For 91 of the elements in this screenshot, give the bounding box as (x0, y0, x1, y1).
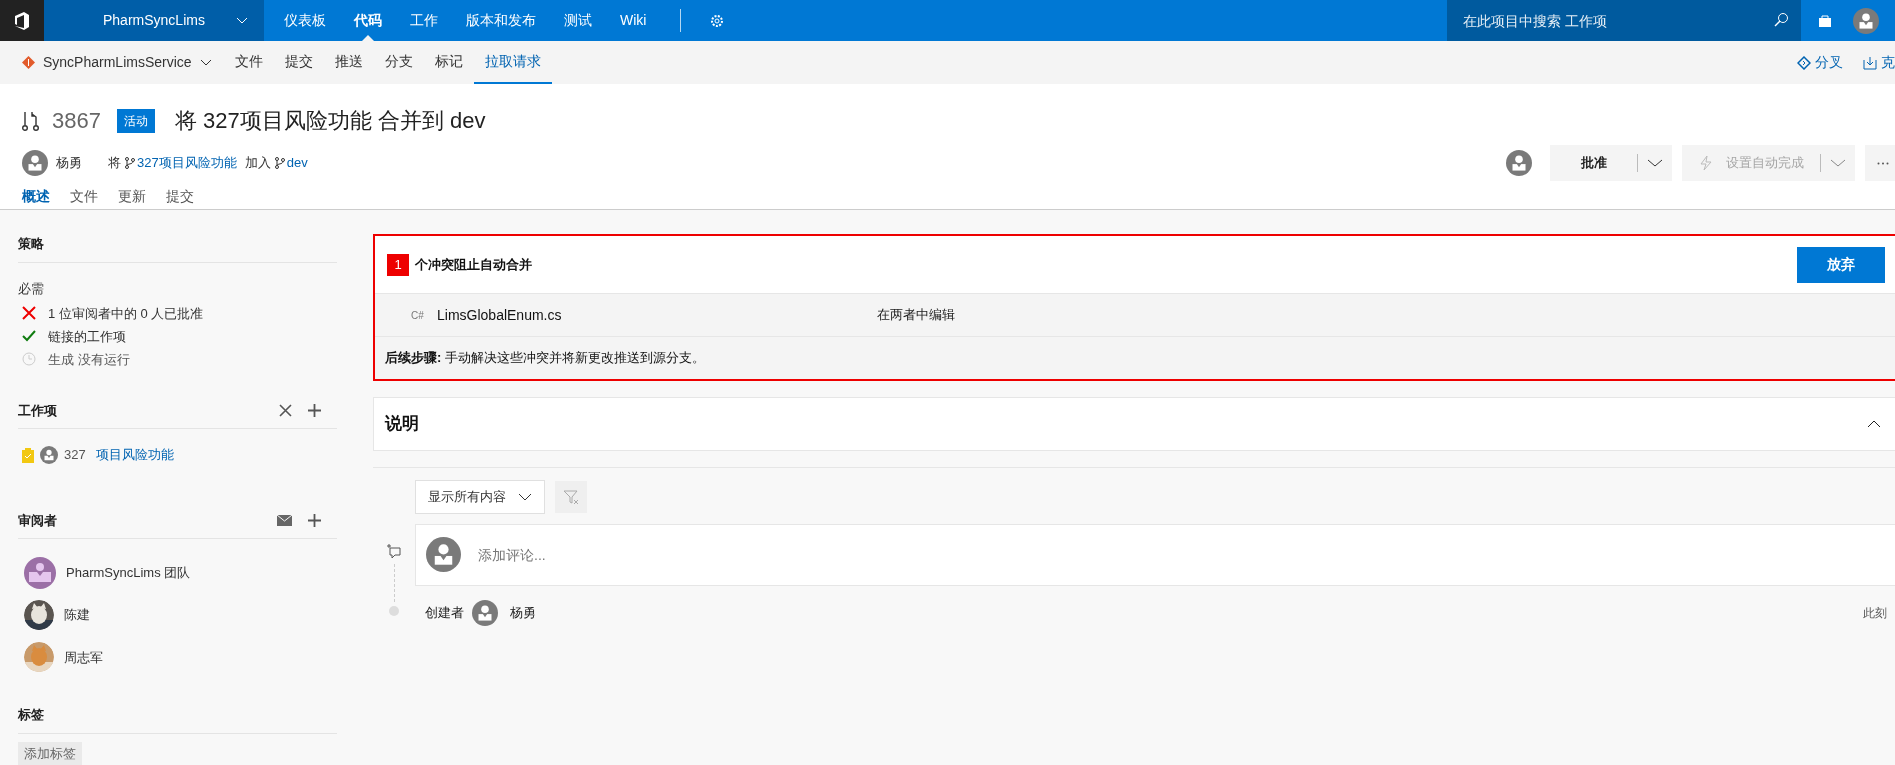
required-label: 必需 (18, 279, 45, 298)
search-field[interactable]: 在此项目中搜索 工作项 (1447, 0, 1801, 41)
chevron-up-icon[interactable] (1867, 420, 1881, 428)
author-name: 杨勇 (56, 154, 82, 173)
filter-icon (563, 489, 579, 505)
pr-tab[interactable]: 更新 (118, 183, 146, 209)
policy-text: 生成 没有运行 (48, 350, 130, 369)
status-badge: 活动 (116, 108, 155, 133)
pr-tab[interactable]: 文件 (70, 183, 98, 209)
conflict-status: 在两者中编辑 (877, 306, 955, 325)
work-item-id: 327 (64, 446, 86, 465)
fork-icon (1797, 55, 1811, 70)
section-title: 审阅者 (18, 511, 57, 530)
plus-icon[interactable] (308, 404, 321, 418)
search-icon (1773, 12, 1789, 28)
filter-dropdown[interactable]: 显示所有内容 (415, 480, 545, 514)
approve-button[interactable]: 批准 (1550, 145, 1672, 181)
nav-tab[interactable]: 测试 (550, 0, 606, 41)
reviewer-name: 周志军 (64, 648, 103, 667)
repo-tab[interactable]: 文件 (223, 41, 274, 84)
creator-name: 杨勇 (510, 604, 536, 623)
pr-tab[interactable]: 概述 (22, 183, 50, 209)
branch-icon (274, 157, 285, 169)
logo-tile[interactable] (0, 0, 44, 41)
nav-tab[interactable]: Wiki (606, 0, 661, 41)
conflict-message: 个冲突阻止自动合并 (415, 255, 532, 274)
chevron-down-icon (236, 16, 248, 25)
repo-tab[interactable]: 拉取请求 (473, 41, 552, 84)
check-icon (22, 330, 36, 343)
policy-text: 链接的工作项 (48, 327, 126, 346)
nav-tab[interactable]: 仪表板 (270, 0, 340, 41)
abandon-button[interactable]: 放弃 (1797, 246, 1885, 283)
clone-link[interactable]: 克 (1863, 52, 1895, 73)
repo-icon (22, 56, 35, 69)
team-avatar-icon (24, 556, 56, 589)
timeline-dot-icon (389, 606, 399, 616)
policy-text: 1 位审阅者中的 0 人已批准 (48, 304, 204, 323)
section-title: 工作项 (18, 401, 57, 420)
logo-icon (12, 10, 32, 31)
reviewer-name: 陈建 (64, 606, 90, 625)
branch-link[interactable]: dev (286, 153, 308, 173)
avatar-icon (22, 150, 48, 176)
avatar-icon (426, 537, 461, 572)
avatar-icon (472, 600, 498, 626)
pr-title: 将 327项目风险功能 合并到 dev (174, 107, 486, 135)
reviewer-name: PharmSyncLims 团队 (66, 563, 191, 582)
comment-box[interactable]: 添加评论... (415, 524, 1895, 586)
pr-tab[interactable]: 提交 (166, 183, 194, 209)
fork-link[interactable]: 分叉 (1797, 52, 1843, 73)
add-tag-button[interactable]: 添加标签 (18, 741, 82, 765)
merge-text: 加入 (244, 154, 271, 173)
shopping-bag-icon[interactable] (1817, 13, 1833, 28)
task-icon (22, 447, 34, 463)
timestamp: 此刻 (1863, 605, 1887, 622)
avatar-icon (40, 446, 58, 465)
clock-icon (22, 352, 36, 367)
repo-tab[interactable]: 推送 (323, 41, 374, 84)
more-icon (1877, 161, 1889, 165)
file-type-label: C# (411, 308, 425, 323)
reviewer-avatar-icon (1506, 150, 1532, 176)
pr-number: 3867 (52, 107, 101, 135)
chevron-down-icon (199, 58, 212, 67)
chevron-down-icon (518, 493, 532, 501)
download-icon (1863, 55, 1877, 70)
description-title: 说明 (385, 413, 419, 436)
repo-tab[interactable]: 提交 (273, 41, 324, 84)
repo-tab[interactable]: 标记 (423, 41, 474, 84)
created-by-label: 创建者 (425, 604, 464, 623)
nav-tab[interactable]: 版本和发布 (452, 0, 550, 41)
merge-text: 将 (108, 154, 121, 173)
section-title: 策略 (18, 235, 44, 253)
conflict-count-badge: 1 (387, 253, 409, 276)
lightning-icon (1698, 155, 1714, 171)
cross-icon (22, 306, 36, 321)
section-title: 标签 (18, 706, 44, 725)
next-steps-text: 后续步骤: 手动解决这些冲突并将新更改推送到源分支。 (385, 349, 705, 368)
project-dropdown[interactable]: PharmSyncLims (44, 0, 264, 41)
branch-link[interactable]: 327项目风险功能 (137, 153, 237, 173)
close-icon[interactable] (279, 404, 292, 418)
comment-icon (386, 544, 402, 560)
user-avatar-icon (1853, 7, 1879, 34)
branch-icon (125, 157, 135, 169)
pull-request-icon (22, 109, 40, 132)
nav-tab[interactable]: 工作 (396, 0, 452, 41)
settings-icon[interactable] (709, 12, 726, 29)
work-item-link[interactable]: 项目风险功能 (95, 445, 174, 465)
repo-tab[interactable]: 分支 (373, 41, 424, 84)
repo-dropdown[interactable]: SyncPharmLimsService (0, 41, 224, 84)
mail-icon[interactable] (277, 515, 292, 527)
file-name: LimsGlobalEnum.cs (437, 305, 563, 325)
plus-icon[interactable] (308, 514, 321, 528)
